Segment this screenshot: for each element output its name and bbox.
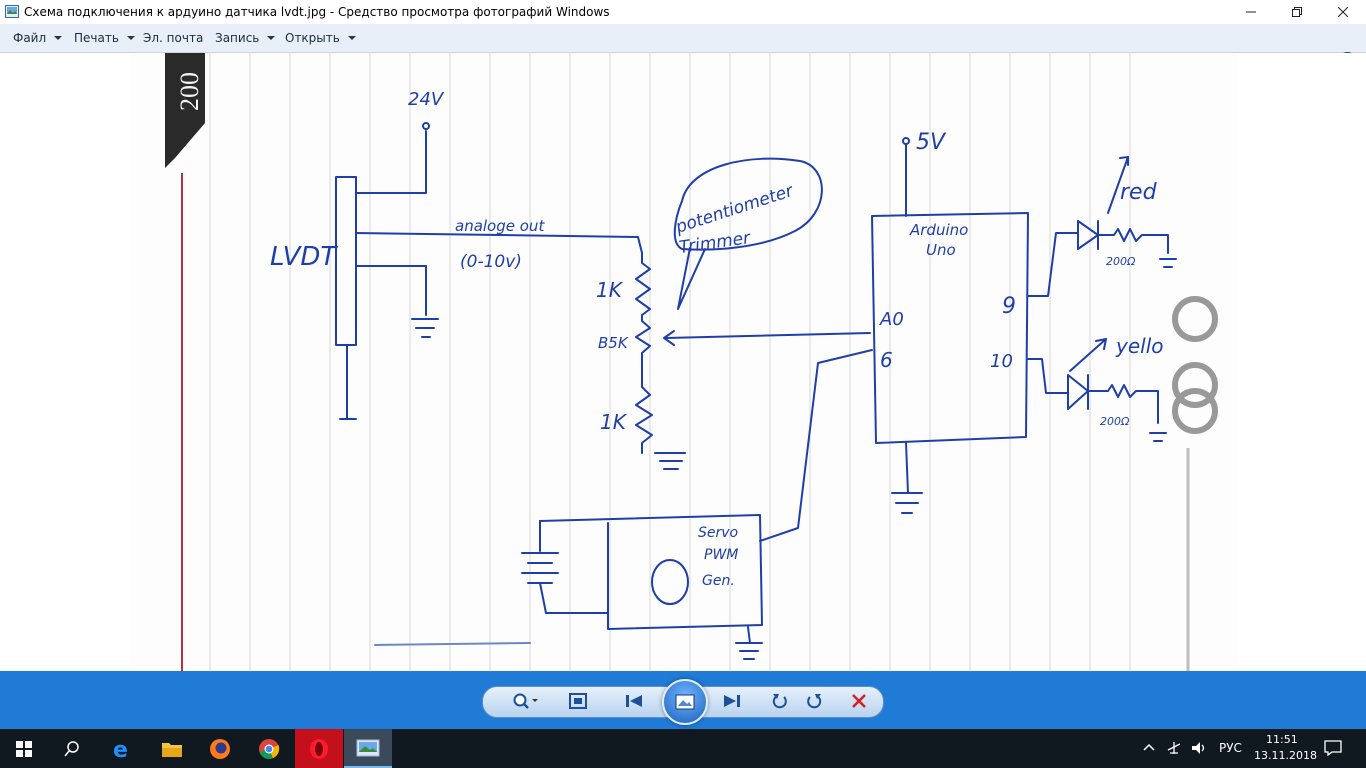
delete-button[interactable] <box>844 686 874 716</box>
previous-icon <box>626 695 642 707</box>
close-icon <box>1338 7 1348 17</box>
label-pin-a0: A0 <box>879 309 904 330</box>
delete-icon <box>852 694 866 708</box>
viewer-controls <box>0 671 1366 729</box>
label-res-yellow: 200Ω <box>1100 415 1130 428</box>
label-servo: Servo <box>698 525 738 541</box>
label-analog-out: analoge out <box>455 217 545 235</box>
circuit-sketch: 200 24V LVDT analoge out (0-10v) potenti… <box>165 53 1218 671</box>
rotate-right-icon <box>807 694 822 709</box>
zoom-button[interactable] <box>505 686 545 716</box>
taskbar-firefox[interactable] <box>196 729 244 768</box>
language-indicator[interactable]: РУС <box>1219 741 1242 755</box>
chrome-icon <box>259 738 280 759</box>
zoom-icon <box>513 693 538 709</box>
notebook-stamp-text: 200 <box>175 72 204 111</box>
label-gen: Gen. <box>702 573 735 589</box>
close-button[interactable] <box>1320 0 1366 24</box>
clock-date[interactable]: 13.11.2018 <box>1254 749 1317 762</box>
firefox-icon <box>210 738 230 759</box>
rotate-left-icon <box>772 694 787 709</box>
menu-open[interactable]: Открыть <box>285 31 356 45</box>
minimize-icon <box>1246 11 1256 13</box>
label-5v: 5V <box>916 130 947 155</box>
taskbar-opera[interactable] <box>295 729 343 768</box>
label-uno: Uno <box>926 241 956 259</box>
image-viewport: 200 24V LVDT analoge out (0-10v) potenti… <box>0 53 1366 671</box>
taskbar-edge[interactable]: e <box>98 729 146 768</box>
chevron-down-icon <box>54 36 63 40</box>
next-icon <box>724 695 740 707</box>
title-bar: Схема подключения к ардуино датчика lvdt… <box>0 0 1366 24</box>
taskbar-chrome[interactable] <box>245 729 293 768</box>
photo-viewer-icon <box>5 5 19 18</box>
window-title: Схема подключения к ардуино датчика lvdt… <box>24 5 610 19</box>
minimize-button[interactable] <box>1228 0 1274 24</box>
rotate-right-button[interactable] <box>800 686 828 716</box>
previous-button[interactable] <box>614 686 654 716</box>
next-button[interactable] <box>712 686 752 716</box>
label-24v: 24V <box>408 89 445 110</box>
taskbar: e РУС 11:51 13.11.2018 <box>0 729 1366 768</box>
photo-canvas: 200 24V LVDT analoge out (0-10v) potenti… <box>130 53 1237 671</box>
chevron-up-icon[interactable] <box>1143 742 1155 752</box>
label-pwm: PWM <box>704 547 738 563</box>
chevron-down-icon <box>126 36 135 40</box>
menu-email[interactable]: Эл. почта <box>143 31 203 45</box>
label-red: red <box>1120 180 1158 205</box>
notifications-icon[interactable] <box>1324 740 1342 756</box>
chevron-down-icon <box>347 36 356 40</box>
label-yello: yello <box>1115 334 1164 358</box>
clock-time[interactable]: 11:51 <box>1266 733 1298 746</box>
start-button[interactable] <box>0 729 48 768</box>
rotate-left-button[interactable] <box>766 686 794 716</box>
network-icon[interactable] <box>1166 740 1182 756</box>
menu-bar: Файл Печать Эл. почта Запись Открыть ? <box>0 24 1366 71</box>
slideshow-icon <box>675 694 695 710</box>
chevron-down-icon <box>267 36 276 40</box>
photo-viewer-icon <box>356 739 380 756</box>
menu-burn[interactable]: Запись <box>215 31 276 45</box>
opera-icon <box>310 738 328 759</box>
label-lvdt: LVDT <box>270 242 338 272</box>
taskbar-photo-viewer[interactable] <box>344 729 392 768</box>
label-res-red: 200Ω <box>1106 255 1136 268</box>
volume-icon[interactable] <box>1190 740 1208 756</box>
fit-window-icon <box>569 693 587 709</box>
label-range: (0-10v) <box>460 252 522 272</box>
restore-button[interactable] <box>1274 0 1320 24</box>
start-icon <box>16 740 32 757</box>
menu-print[interactable]: Печать <box>74 31 135 45</box>
label-b5k: B5K <box>598 334 629 352</box>
search-icon <box>64 740 79 756</box>
label-1k-top: 1K <box>596 278 624 302</box>
edge-icon: e <box>113 738 128 760</box>
label-1k-bottom: 1K <box>600 410 628 434</box>
taskbar-explorer[interactable] <box>148 729 196 768</box>
label-arduino: Arduino <box>909 221 968 239</box>
menu-file[interactable]: Файл <box>13 31 63 45</box>
search-button[interactable] <box>48 729 96 768</box>
label-pin-6: 6 <box>880 348 893 372</box>
slideshow-button[interactable] <box>662 679 708 725</box>
label-pin-9: 9 <box>1002 294 1016 319</box>
label-pin-10: 10 <box>990 351 1013 372</box>
svg-text:e: e <box>113 738 128 760</box>
file-explorer-icon <box>162 742 182 757</box>
fit-window-button[interactable] <box>562 686 594 716</box>
restore-icon <box>1292 7 1302 17</box>
